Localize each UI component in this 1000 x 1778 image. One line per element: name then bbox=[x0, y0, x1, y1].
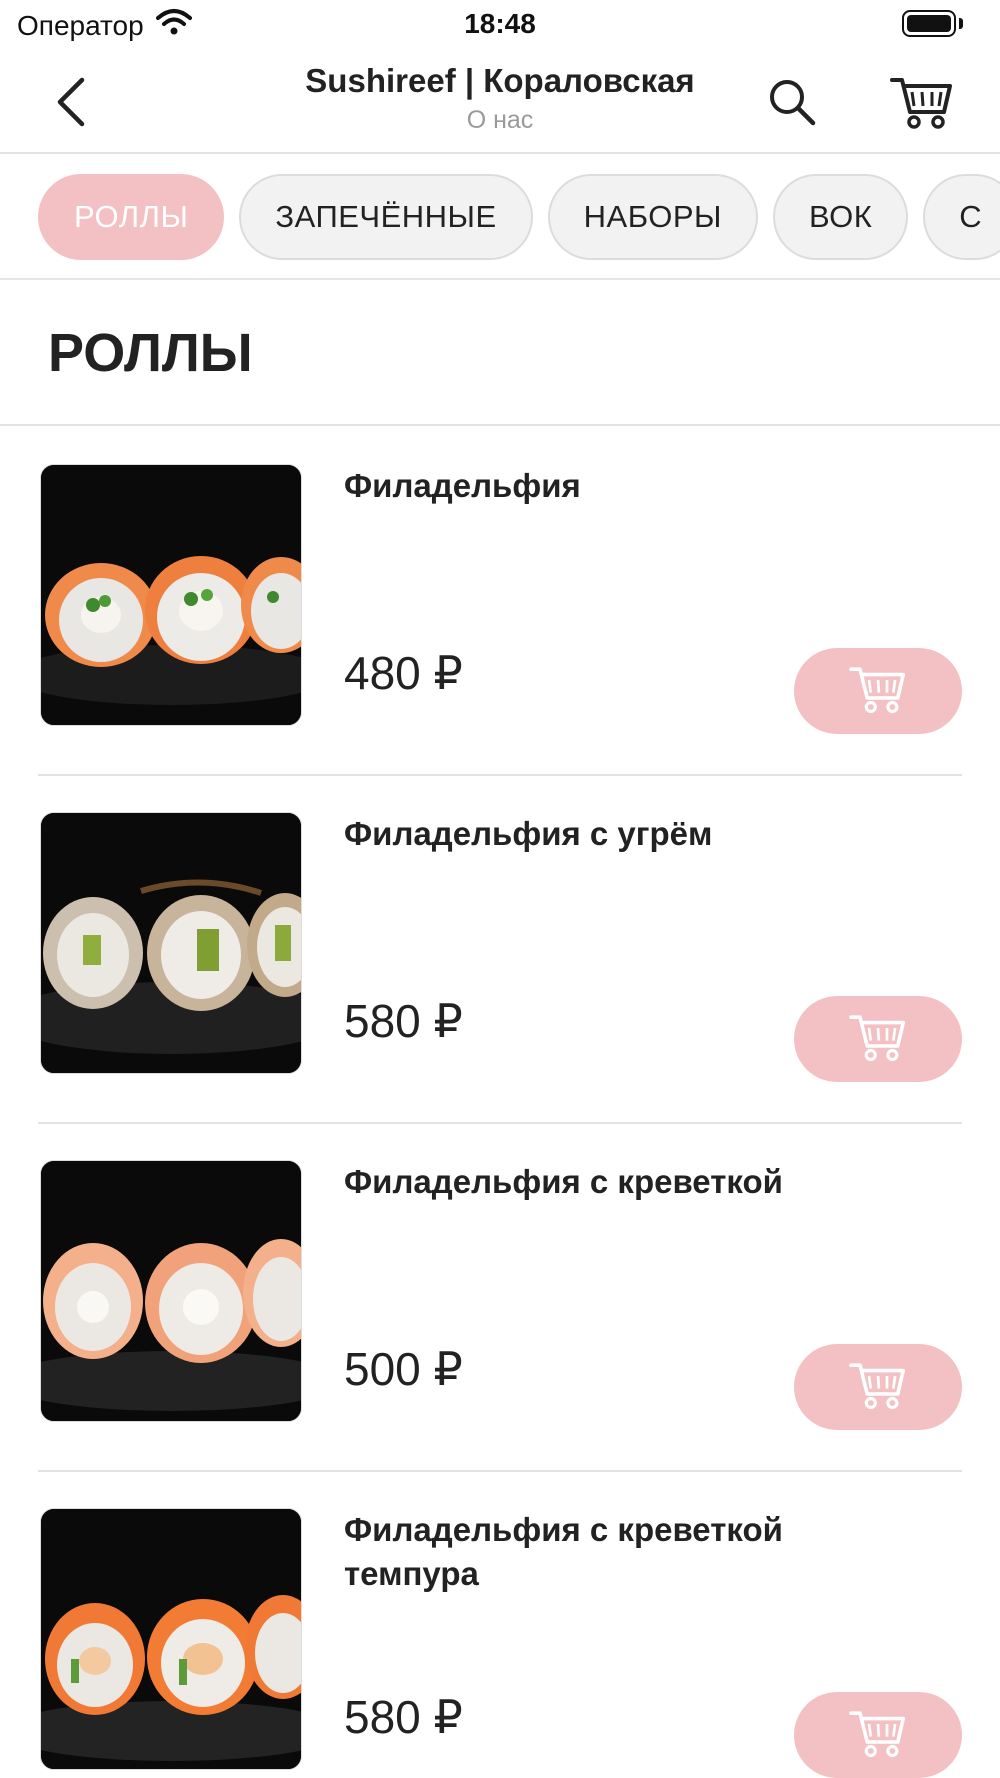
product-name: Филадельфия bbox=[344, 467, 581, 504]
cart-icon bbox=[848, 1358, 908, 1417]
cart-icon bbox=[848, 1010, 908, 1069]
product-name: Филадельфия с креветкой темпура bbox=[344, 1511, 783, 1592]
product-card[interactable]: Филадельфия с угрём 580 ₽ bbox=[38, 776, 962, 1124]
category-tabs: РОЛЛЫ ЗАПЕЧЁННЫЕ НАБОРЫ ВОК С bbox=[0, 154, 1000, 280]
search-button[interactable] bbox=[760, 72, 824, 136]
status-time: 18:48 bbox=[464, 8, 536, 39]
product-card[interactable]: Филадельфия 480 ₽ bbox=[38, 428, 962, 776]
battery-icon bbox=[902, 10, 956, 37]
product-name: Филадельфия с креветкой bbox=[344, 1163, 783, 1200]
page-title: Sushireef | Кораловская bbox=[305, 62, 695, 99]
product-image[interactable] bbox=[40, 464, 302, 726]
product-image[interactable] bbox=[40, 812, 302, 1074]
product-price: 580 ₽ bbox=[344, 1691, 463, 1743]
section-title: РОЛЛЫ bbox=[48, 323, 253, 383]
product-image[interactable] bbox=[40, 1160, 302, 1422]
cart-icon bbox=[890, 72, 954, 137]
cart-icon bbox=[848, 1706, 908, 1765]
product-price: 480 ₽ bbox=[344, 647, 463, 699]
tab-sets[interactable]: НАБОРЫ bbox=[547, 174, 758, 260]
tab-baked[interactable]: ЗАПЕЧЁННЫЕ bbox=[239, 174, 533, 260]
nav-title-group[interactable]: Sushireef | Кораловская О нас bbox=[250, 62, 750, 135]
battery-cap bbox=[959, 18, 963, 29]
add-to-cart-button[interactable] bbox=[794, 648, 962, 734]
category-tabs-row: РОЛЛЫ ЗАПЕЧЁННЫЕ НАБОРЫ ВОК С bbox=[38, 174, 1000, 260]
about-link[interactable]: О нас bbox=[250, 106, 750, 135]
search-icon bbox=[766, 76, 818, 133]
tab-rolls[interactable]: РОЛЛЫ bbox=[38, 174, 225, 260]
product-image[interactable] bbox=[40, 1508, 302, 1770]
product-list: Филадельфия 480 ₽ Филадельфия с угрём 58… bbox=[0, 428, 1000, 1778]
section-header: РОЛЛЫ bbox=[0, 280, 1000, 426]
tab-wok[interactable]: ВОК bbox=[772, 174, 909, 260]
tab-next-category[interactable]: С bbox=[923, 174, 1000, 260]
product-name: Филадельфия с угрём bbox=[344, 815, 713, 852]
back-button[interactable] bbox=[40, 72, 104, 136]
add-to-cart-button[interactable] bbox=[794, 1344, 962, 1430]
product-card[interactable]: Филадельфия с креветкой 500 ₽ bbox=[38, 1124, 962, 1472]
cart-icon bbox=[848, 662, 908, 721]
product-price: 500 ₽ bbox=[344, 1343, 463, 1395]
nav-bar: Sushireef | Кораловская О нас bbox=[0, 50, 1000, 154]
add-to-cart-button[interactable] bbox=[794, 1692, 962, 1778]
add-to-cart-button[interactable] bbox=[794, 996, 962, 1082]
product-price: 580 ₽ bbox=[344, 995, 463, 1047]
cart-button[interactable] bbox=[886, 68, 958, 140]
status-bar: Оператор 18:48 bbox=[0, 0, 1000, 50]
chevron-left-icon bbox=[52, 76, 92, 133]
product-card[interactable]: Филадельфия с креветкой темпура 580 ₽ bbox=[38, 1472, 962, 1778]
